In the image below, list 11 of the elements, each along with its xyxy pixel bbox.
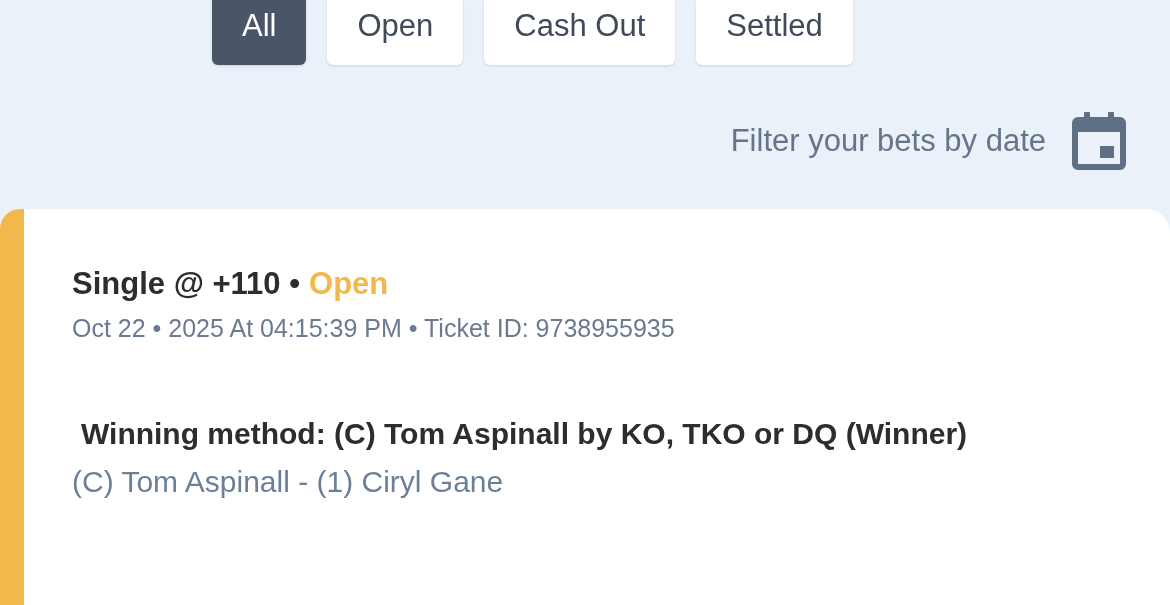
filter-tab[interactable]: Open [327, 0, 464, 65]
filter-tab[interactable]: Settled [696, 0, 853, 65]
bet-title: Single @ +110 • [72, 265, 301, 303]
bet-selection: Winning method: (C) Tom Aspinall by KO, TKO or DQ (Winner) [80, 416, 969, 452]
bet-details: Oct 22 • 2025 At 04:15:39 PM • Ticket ID: 9738955935 [72, 312, 676, 344]
filter-tab[interactable]: Cash Out [484, 0, 676, 65]
date-filter-label: Filter your bets by date [730, 121, 1046, 160]
calendar-icon[interactable] [1072, 112, 1126, 170]
filter-tab[interactable]: All [212, 0, 307, 65]
event-name: (C) Tom Aspinall - (1) Ciryl Gane [72, 464, 505, 500]
bet-status: Open [309, 265, 389, 303]
